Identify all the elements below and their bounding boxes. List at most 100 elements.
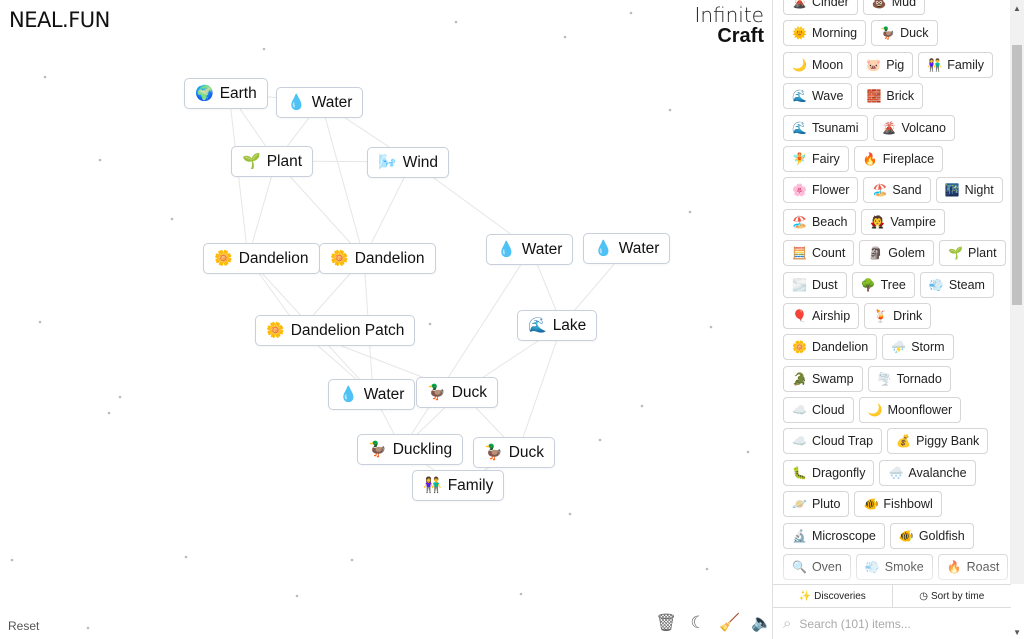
scroll-down-icon[interactable]: ▼: [1013, 628, 1021, 637]
scrollbar-thumb[interactable]: [1012, 45, 1022, 305]
item-emoji-icon: 🦆: [880, 26, 896, 41]
sidebar-item[interactable]: 🌪️ Tornado: [867, 365, 951, 392]
sidebar-item[interactable]: 🍹 Drink: [864, 302, 932, 329]
sidebar-item[interactable]: 🏖️ Sand: [863, 177, 931, 204]
sidebar-item[interactable]: 🌋 Volcano: [872, 114, 955, 141]
discoveries-button[interactable]: ✨ Discoveries: [773, 585, 893, 607]
trash-icon[interactable]: 🗑: [655, 612, 677, 634]
item-emoji-icon: 🌋: [792, 0, 807, 9]
sidebar-item[interactable]: 🌫️ Dust: [783, 271, 847, 298]
canvas-item[interactable]: 👫 Family: [412, 470, 505, 501]
sort-button[interactable]: ◷ Sort by time: [893, 585, 1012, 607]
search-input[interactable]: ⌕ Search (101) items...: [773, 608, 1011, 639]
scroll-up-icon[interactable]: ▲: [1013, 4, 1021, 13]
sidebar-item[interactable]: 🧛 Vampire: [861, 208, 945, 235]
connection-line: [401, 248, 532, 450]
sidebar-item[interactable]: 🌳 Tree: [851, 271, 915, 298]
sidebar-item[interactable]: 🔥 Fireplace: [853, 145, 944, 172]
sidebar-item[interactable]: 🎈 Airship: [783, 302, 860, 329]
sidebar-item[interactable]: 🐊 Swamp: [783, 365, 863, 392]
canvas-item[interactable]: 🌍 Earth: [184, 78, 268, 109]
item-label: Microscope: [811, 528, 876, 543]
sidebar-item[interactable]: 💨 Steam: [919, 271, 994, 298]
sound-icon[interactable]: 🔈: [751, 612, 772, 634]
sidebar-item[interactable]: 🏖️ Beach: [783, 208, 857, 235]
background-dot: [10, 558, 14, 562]
canvas-item[interactable]: 🦆 Duck: [416, 377, 499, 408]
item-label: Airship: [811, 308, 851, 323]
sidebar-item[interactable]: 🌊 Wave: [783, 83, 853, 110]
sidebar-item[interactable]: 💰 Piggy Bank: [887, 428, 989, 455]
broom-icon[interactable]: 🧹: [719, 612, 740, 634]
sidebar-item[interactable]: 🌱 Plant: [939, 240, 1006, 267]
canvas-item[interactable]: 🌼 Dandelion: [319, 243, 436, 274]
sidebar-item[interactable]: 🌃 Night: [935, 177, 1003, 204]
background-dot: [428, 322, 432, 326]
sidebar-item[interactable]: 👫 Family: [918, 51, 994, 78]
canvas-item[interactable]: 🦆 Duck: [473, 437, 556, 468]
scrollbar[interactable]: ▲: [1010, 0, 1024, 584]
item-label: Volcano: [901, 120, 946, 135]
sidebar-item[interactable]: 🌋 Cinder: [783, 0, 858, 15]
item-emoji-icon: 🌫️: [792, 277, 807, 292]
sidebar-item[interactable]: ☁️ Cloud Trap: [783, 428, 883, 455]
canvas-item[interactable]: 💧 Water: [486, 234, 574, 265]
item-label: Count: [811, 246, 846, 261]
sidebar-item[interactable]: 🗿 Golem: [859, 240, 935, 267]
sidebar-item[interactable]: 🐛 Dragonfly: [783, 459, 875, 486]
neal-fun-logo[interactable]: NEAL.FUN: [9, 8, 110, 32]
canvas-item[interactable]: 🌱 Plant: [231, 146, 314, 177]
item-label: Water: [521, 240, 563, 258]
item-emoji-icon: 👫: [423, 477, 442, 494]
sidebar-item[interactable]: 🦆 Duck: [871, 20, 938, 47]
reset-button[interactable]: Reset: [8, 619, 39, 633]
sidebar-item[interactable]: 🧚 Fairy: [783, 145, 849, 172]
sidebar-item[interactable]: 🌊 Tsunami: [783, 114, 868, 141]
canvas-item[interactable]: 🦆 Duckling: [357, 434, 464, 465]
item-label: Goldfish: [918, 528, 965, 543]
canvas-item[interactable]: 🌼 Dandelion Patch: [255, 315, 416, 346]
item-label: Dandelion Patch: [290, 321, 405, 339]
sidebar-item[interactable]: 🔬 Microscope: [783, 522, 885, 549]
background-dot: [519, 592, 523, 596]
item-label: Plant: [266, 152, 303, 170]
sidebar-item[interactable]: 🐠 Goldfish: [889, 522, 974, 549]
canvas-item[interactable]: 💧 Water: [583, 233, 671, 264]
moon-icon[interactable]: ☾: [688, 612, 708, 634]
sidebar-item[interactable]: 🌞 Morning: [783, 20, 867, 47]
background-dot: [709, 325, 713, 329]
canvas-item[interactable]: 💧 Water: [276, 87, 364, 118]
item-label: Brick: [886, 89, 915, 104]
sidebar-item[interactable]: 🌨️ Avalanche: [879, 459, 976, 486]
sidebar-item[interactable]: 🐠 Fishbowl: [854, 491, 942, 518]
sidebar-item[interactable]: 🧮 Count: [783, 240, 855, 267]
sidebar-item[interactable]: 🌸 Flower: [783, 177, 859, 204]
item-emoji-icon: 💰: [896, 434, 912, 449]
item-emoji-icon: 🐛: [792, 465, 807, 480]
sidebar-item[interactable]: ⛈️ Storm: [882, 334, 954, 361]
items-list: 🌋 Cinder 💩 Mud 🌞 Morning 🦆 Duck 🌙 Moon 🐷 Pig 👫 Family…: [783, 0, 1011, 581]
sidebar-item[interactable]: 🪐 Pluto: [783, 491, 850, 518]
sidebar-item[interactable]: 🌙 Moonflower: [858, 397, 962, 424]
item-label: Tree: [880, 277, 906, 292]
sidebar-item[interactable]: 🌼 Dandelion: [783, 334, 878, 361]
sidebar-item[interactable]: 🐷 Pig: [857, 51, 914, 78]
item-label: Pluto: [811, 497, 841, 512]
sidebar-item[interactable]: ☁️ Cloud: [783, 397, 854, 424]
canvas-item[interactable]: 🌬️ Wind: [367, 147, 450, 178]
craft-canvas[interactable]: NEAL.FUN Infinite Craft 🌍 Earth 💧 Water 🌱 Pla…: [0, 0, 772, 639]
canvas-item[interactable]: 🌊 Lake: [517, 310, 598, 341]
sidebar-item[interactable]: 🧱 Brick: [857, 83, 924, 110]
item-label: Dandelion: [811, 340, 869, 355]
canvas-item[interactable]: 🌼 Dandelion: [203, 243, 320, 274]
sidebar-item[interactable]: 💩 Mud: [862, 0, 926, 15]
item-label: Beach: [811, 214, 848, 229]
item-label: Flower: [811, 183, 850, 198]
item-emoji-icon: 🌼: [330, 250, 349, 267]
item-emoji-icon: 🌙: [867, 403, 883, 418]
item-label: Wind: [402, 153, 439, 171]
item-emoji-icon: 🪐: [792, 497, 807, 512]
sidebar-item[interactable]: 🌙 Moon: [783, 51, 853, 78]
sidebar: 🌋 Cinder 💩 Mud 🌞 Morning 🦆 Duck 🌙 Moon 🐷 Pig 👫 Family…: [772, 0, 1024, 639]
canvas-item[interactable]: 💧 Water: [328, 379, 416, 410]
